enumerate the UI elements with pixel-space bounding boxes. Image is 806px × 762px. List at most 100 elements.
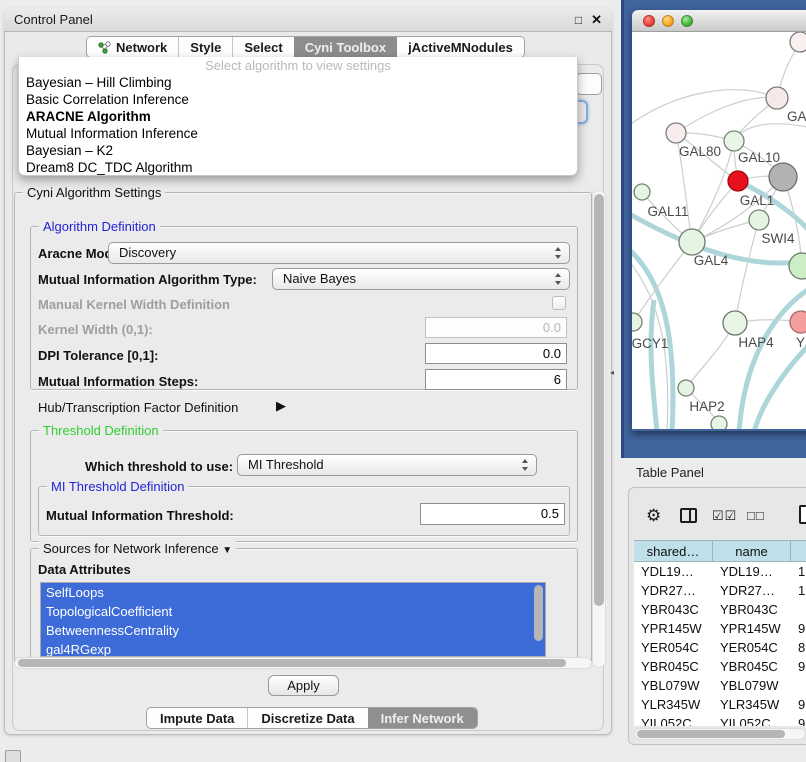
hidden-combo-fragment bbox=[576, 73, 602, 95]
dpi-tolerance-input[interactable]: 0.0 bbox=[425, 343, 567, 364]
table-row[interactable]: YDR27…YDR27…12 bbox=[634, 581, 806, 600]
table-row[interactable]: YIL052CYIL052C9. bbox=[634, 714, 806, 726]
hub-definition-label[interactable]: Hub/Transcription Factor Definition bbox=[38, 400, 238, 415]
node-gal10[interactable] bbox=[724, 131, 744, 151]
horizontal-scrollbar-thumb[interactable] bbox=[18, 659, 566, 667]
list-item-selected[interactable]: TopologicalCoefficient bbox=[41, 602, 545, 621]
tab-style[interactable]: Style bbox=[178, 37, 232, 57]
network-window-titlebar[interactable] bbox=[632, 10, 806, 32]
menu-item-basic-correlation[interactable]: Basic Correlation Inference bbox=[19, 91, 577, 108]
table-row[interactable]: YER054CYER054C8. bbox=[634, 638, 806, 657]
control-panel-titlebar[interactable]: Control Panel □ ✕ bbox=[4, 8, 612, 32]
kernel-width-input[interactable]: 0.0 bbox=[425, 317, 567, 338]
zoom-traffic-light-icon[interactable] bbox=[681, 15, 693, 27]
table-row[interactable]: YLR345WYLR345W9. bbox=[634, 695, 806, 714]
dropdown-placeholder: Select algorithm to view settings bbox=[19, 58, 577, 74]
menu-item-aracne[interactable]: ARACNE Algorithm bbox=[19, 108, 577, 125]
tab-label: Select bbox=[244, 37, 282, 58]
which-threshold-select[interactable]: MI Threshold bbox=[237, 454, 537, 476]
list-scrollbar-thumb[interactable] bbox=[534, 585, 543, 641]
list-item-selected[interactable]: BetweennessCentrality bbox=[41, 621, 545, 640]
node-unlabeled-top[interactable] bbox=[790, 32, 806, 52]
vertical-scrollbar-thumb[interactable] bbox=[594, 194, 604, 606]
table-row[interactable]: YBR043CYBR043C bbox=[634, 600, 806, 619]
cell: YBR043C bbox=[634, 600, 713, 619]
deselect-all-checkboxes-icon[interactable]: □□ bbox=[747, 508, 765, 523]
node-hap4[interactable] bbox=[723, 311, 747, 335]
cell: 13 bbox=[791, 562, 806, 581]
stepper-arrows-icon bbox=[522, 459, 529, 471]
table-body[interactable]: YDL19…YDL19…13 YDR27…YDR27…12 YBR043CYBR… bbox=[634, 562, 806, 726]
minimize-traffic-light-icon[interactable] bbox=[662, 15, 674, 27]
split-columns-icon[interactable] bbox=[680, 508, 697, 523]
node-label: GAL11 bbox=[647, 204, 688, 219]
node-gcy1[interactable] bbox=[632, 313, 642, 331]
minimized-panel-icon[interactable] bbox=[5, 750, 21, 762]
column-header-partial[interactable] bbox=[791, 541, 806, 561]
cell: YIL052C bbox=[634, 714, 713, 726]
cell bbox=[791, 676, 806, 695]
node-gal11[interactable] bbox=[634, 184, 650, 200]
table-row[interactable]: YBL079WYBL079W bbox=[634, 676, 806, 695]
node-y-partial[interactable] bbox=[790, 311, 806, 333]
aracne-mode-select[interactable]: Discovery bbox=[108, 242, 570, 264]
expand-arrow-icon[interactable]: ▶ bbox=[276, 398, 286, 414]
network-canvas[interactable]: GAL GAL80 GAL10 GAL11 GAL1 GAL4 SWI4 GCY… bbox=[632, 32, 806, 429]
node-red-selected[interactable] bbox=[728, 171, 748, 191]
stepper-arrows-icon bbox=[555, 247, 562, 259]
apply-button[interactable]: Apply bbox=[268, 675, 339, 696]
tab-label: Style bbox=[190, 37, 221, 58]
node-unlabeled-bottom[interactable] bbox=[711, 416, 727, 429]
cell: YIL052C bbox=[713, 714, 791, 726]
node-hap2[interactable] bbox=[678, 380, 694, 396]
tab-infer-network[interactable]: Infer Network bbox=[368, 708, 477, 728]
close-icon[interactable]: ✕ bbox=[591, 13, 602, 26]
tab-network[interactable]: Network bbox=[87, 37, 178, 57]
cell: 9. bbox=[791, 657, 806, 676]
menu-item-dream8[interactable]: Dream8 DC_TDC Algorithm bbox=[19, 159, 577, 176]
collapse-arrow-icon[interactable]: ▼ bbox=[222, 545, 232, 556]
table-horizontal-scrollbar-thumb[interactable] bbox=[637, 730, 785, 738]
table-row[interactable]: YBR045CYBR045C9. bbox=[634, 657, 806, 676]
tab-impute-data[interactable]: Impute Data bbox=[147, 708, 247, 728]
table-row[interactable]: YPR145WYPR145W9. bbox=[634, 619, 806, 638]
node-gray[interactable] bbox=[769, 163, 797, 191]
cell: YER054C bbox=[713, 638, 791, 657]
mi-threshold-input[interactable]: 0.5 bbox=[420, 503, 565, 525]
tab-select[interactable]: Select bbox=[232, 37, 293, 57]
float-window-icon[interactable]: □ bbox=[575, 14, 582, 26]
list-item-selected[interactable]: gal4RGexp bbox=[41, 640, 545, 657]
document-icon[interactable] bbox=[799, 505, 806, 524]
select-all-checkboxes-icon[interactable]: ☑☑ bbox=[712, 508, 737, 524]
manual-kernel-width-checkbox[interactable] bbox=[552, 296, 566, 310]
tab-discretize-data[interactable]: Discretize Data bbox=[247, 708, 367, 728]
data-attributes-list[interactable]: SelfLoops TopologicalCoefficient Between… bbox=[40, 582, 546, 657]
node-gal1[interactable] bbox=[749, 210, 769, 230]
mi-algorithm-type-select[interactable]: Naive Bayes bbox=[272, 268, 570, 290]
gear-icon[interactable]: ⚙ bbox=[646, 506, 661, 526]
menu-item-bayesian-k2[interactable]: Bayesian – K2 bbox=[19, 142, 577, 159]
stepper-arrows-icon bbox=[555, 273, 562, 285]
tab-cyni-toolbox[interactable]: Cyni Toolbox bbox=[294, 37, 397, 57]
menu-item-mutual-information[interactable]: Mutual Information Inference bbox=[19, 125, 577, 142]
cell: YDL19… bbox=[634, 562, 713, 581]
list-item-selected[interactable]: SelfLoops bbox=[41, 583, 545, 602]
column-header-name[interactable]: name bbox=[713, 541, 791, 561]
close-traffic-light-icon[interactable] bbox=[643, 15, 655, 27]
cell: YPR145W bbox=[713, 619, 791, 638]
menu-item-bayesian-hill-climbing[interactable]: Bayesian – Hill Climbing bbox=[19, 74, 577, 91]
tab-jactivemnodules[interactable]: jActiveMNodules bbox=[397, 37, 524, 57]
table-row[interactable]: YDL19…YDL19…13 bbox=[634, 562, 806, 581]
splitter-collapse-icon[interactable]: ◂ bbox=[610, 368, 614, 377]
group-title: MI Threshold Definition bbox=[47, 479, 188, 494]
mi-steps-input[interactable]: 6 bbox=[425, 369, 567, 390]
column-header-shared-name[interactable]: shared… bbox=[634, 541, 713, 561]
selected-value: Naive Bayes bbox=[283, 271, 356, 286]
node-gal80[interactable] bbox=[666, 123, 686, 143]
mi-steps-label: Mutual Information Steps: bbox=[38, 374, 198, 389]
node-gal4[interactable] bbox=[679, 229, 705, 255]
cell: 12 bbox=[791, 581, 806, 600]
node-gal-partial[interactable] bbox=[766, 87, 788, 109]
cell: YLR345W bbox=[634, 695, 713, 714]
node-swi4[interactable] bbox=[789, 253, 806, 279]
